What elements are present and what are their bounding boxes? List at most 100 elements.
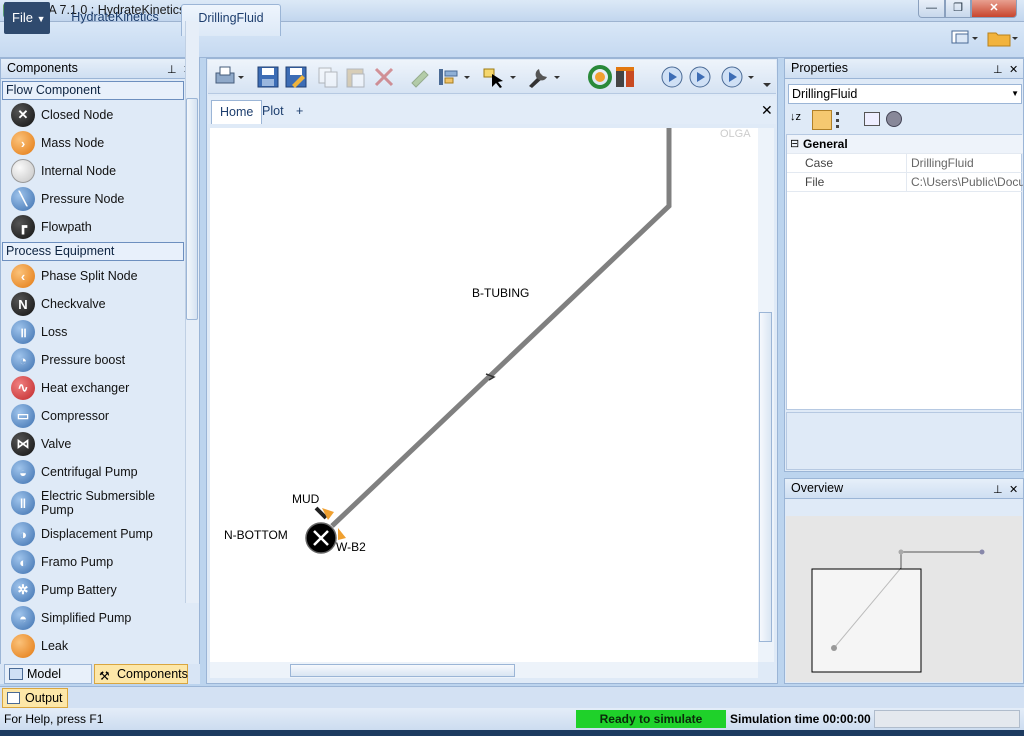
overview-viewport[interactable] bbox=[811, 568, 922, 673]
displacement-pump-icon: ◑ bbox=[11, 522, 35, 546]
component-electric-submersible-pump[interactable]: ‖ Electric Submersible Pump bbox=[1, 486, 185, 520]
component-compressor[interactable]: ▭ Compressor bbox=[1, 402, 185, 430]
component-flowpath[interactable]: ┏ Flowpath bbox=[1, 213, 185, 241]
property-value[interactable]: C:\Users\Public\Docu bbox=[909, 173, 1023, 191]
select-icon[interactable] bbox=[482, 65, 516, 89]
close-icon[interactable]: ✕ bbox=[1009, 61, 1018, 80]
left-bottom-tabs: Model View ⚒ Components bbox=[0, 664, 200, 699]
flowpath-diagram bbox=[305, 128, 672, 554]
open-folder-icon[interactable] bbox=[986, 28, 1020, 48]
component-label: Electric Submersible Pump bbox=[41, 489, 155, 517]
overview-minimap bbox=[811, 549, 985, 673]
component-checkvalve[interactable]: N Checkvalve bbox=[1, 290, 185, 318]
property-pages-icon[interactable] bbox=[836, 112, 844, 128]
tab-components[interactable]: ⚒ Components bbox=[94, 664, 188, 684]
print-icon[interactable] bbox=[214, 65, 244, 89]
property-row[interactable]: File C:\Users\Public\Docu bbox=[787, 173, 1023, 192]
component-framo-pump[interactable]: ◐ Framo Pump bbox=[1, 548, 185, 576]
section-flow-component[interactable]: Flow Component bbox=[2, 81, 184, 100]
canvas-horizontal-scroll-thumb[interactable] bbox=[290, 664, 515, 677]
component-heat-exchanger[interactable]: ∿ Heat exchanger bbox=[1, 374, 185, 402]
tab-output[interactable]: Output bbox=[2, 688, 68, 708]
pin-icon[interactable]: ⊥ bbox=[993, 61, 1003, 80]
well-icon[interactable] bbox=[338, 528, 346, 540]
category-general[interactable]: ⊟ General bbox=[787, 135, 1023, 154]
component-pump-battery[interactable]: ✲ Pump Battery bbox=[1, 576, 185, 604]
copy-icon[interactable] bbox=[316, 65, 340, 89]
maximize-button[interactable]: ❐ bbox=[945, 0, 971, 18]
toolbar-overflow-icon[interactable] bbox=[760, 65, 774, 89]
property-row[interactable]: Case DrillingFluid bbox=[787, 154, 1023, 173]
parameters-icon[interactable] bbox=[614, 65, 638, 89]
run-options-icon[interactable] bbox=[720, 65, 754, 89]
save-as-icon[interactable] bbox=[284, 65, 308, 89]
simulation-time: Simulation time 00:00:00 bbox=[730, 712, 871, 726]
component-internal-node[interactable]: Internal Node bbox=[1, 157, 185, 185]
mass-node-icon: › bbox=[11, 131, 35, 155]
property-value[interactable]: DrillingFluid bbox=[909, 154, 1023, 172]
case-check-icon[interactable] bbox=[588, 65, 612, 89]
component-pressure-node[interactable]: ╲ Pressure Node bbox=[1, 185, 185, 213]
run-step-icon[interactable] bbox=[660, 65, 684, 89]
component-valve[interactable]: ⋈ Valve bbox=[1, 430, 185, 458]
property-description bbox=[786, 412, 1022, 470]
component-label: Mass Node bbox=[41, 136, 105, 150]
tab-label: Components bbox=[117, 667, 188, 681]
simulation-progress-bar bbox=[874, 710, 1020, 728]
globe-icon[interactable] bbox=[886, 111, 902, 127]
centrifugal-pump-icon: ◒ bbox=[11, 460, 35, 484]
chevron-down-icon: ▼ bbox=[1011, 89, 1019, 98]
run-icon[interactable] bbox=[688, 65, 712, 89]
close-icon[interactable]: ✕ bbox=[1009, 481, 1018, 500]
object-selector-dropdown[interactable]: DrillingFluid ▼ bbox=[788, 84, 1022, 104]
valve-icon: ⋈ bbox=[11, 432, 35, 456]
minimize-button[interactable]: — bbox=[918, 0, 945, 18]
sort-alphabetical-icon[interactable]: ↓z bbox=[790, 111, 808, 129]
model-canvas[interactable]: OLGA B-TUBING MUD N-BOTTOM W-B2 bbox=[210, 128, 758, 662]
paste-icon[interactable] bbox=[344, 65, 368, 89]
align-icon[interactable] bbox=[436, 65, 470, 89]
category-label: General bbox=[803, 137, 848, 151]
components-scroll-thumb[interactable] bbox=[186, 98, 198, 320]
help-hint: For Help, press F1 bbox=[4, 712, 104, 726]
pin-icon[interactable]: ⊥ bbox=[167, 61, 177, 80]
close-document-button[interactable]: ✕ bbox=[761, 102, 773, 119]
add-tab-button[interactable]: + bbox=[288, 100, 311, 124]
component-mass-node[interactable]: › Mass Node bbox=[1, 129, 185, 157]
component-label: Centrifugal Pump bbox=[41, 465, 138, 479]
component-loss[interactable]: ॥ Loss bbox=[1, 318, 185, 346]
heat-exchanger-icon: ∿ bbox=[11, 376, 35, 400]
categorized-view-icon[interactable] bbox=[812, 110, 832, 130]
delete-icon[interactable] bbox=[372, 65, 396, 89]
tools-wrench-icon[interactable] bbox=[526, 65, 560, 89]
component-simplified-pump[interactable]: ◓ Simplified Pump bbox=[1, 604, 185, 632]
file-menu-button[interactable]: File ▼ bbox=[4, 2, 50, 34]
file-label: File bbox=[12, 10, 33, 25]
component-label: Pressure boost bbox=[41, 353, 126, 367]
component-label: Framo Pump bbox=[41, 555, 114, 569]
component-pressure-boost[interactable]: ◔ Pressure boost bbox=[1, 346, 185, 374]
component-centrifugal-pump[interactable]: ◒ Centrifugal Pump bbox=[1, 458, 185, 486]
pin-icon[interactable]: ⊥ bbox=[993, 481, 1003, 500]
component-leak[interactable]: Leak bbox=[1, 632, 185, 660]
edit-icon[interactable] bbox=[408, 65, 432, 89]
component-phase-split-node[interactable]: ‹ Phase Split Node bbox=[1, 262, 185, 290]
component-label: Leak bbox=[41, 639, 69, 653]
component-closed-node[interactable]: ✕ Closed Node bbox=[1, 101, 185, 129]
component-displacement-pump[interactable]: ◑ Displacement Pump bbox=[1, 520, 185, 548]
ribbon-tab-hydratekinetics[interactable]: HydrateKinetics bbox=[60, 4, 170, 36]
events-icon[interactable] bbox=[864, 112, 880, 126]
section-process-equipment[interactable]: Process Equipment bbox=[2, 242, 184, 261]
collapse-icon[interactable]: ⊟ bbox=[790, 135, 799, 153]
close-window-button[interactable]: ✕ bbox=[971, 0, 1017, 18]
save-icon[interactable] bbox=[256, 65, 280, 89]
overview-canvas[interactable] bbox=[786, 516, 1022, 682]
tab-plot[interactable]: Plot bbox=[254, 100, 292, 124]
tab-model-view[interactable]: Model View bbox=[4, 664, 92, 699]
flowpath-b-tubing[interactable] bbox=[330, 128, 672, 528]
canvas-vertical-scroll-thumb[interactable] bbox=[759, 312, 772, 642]
pressure-node-icon: ╲ bbox=[11, 187, 35, 211]
window-layout-icon[interactable] bbox=[950, 28, 980, 48]
esp-icon: ‖ bbox=[11, 491, 35, 515]
checkvalve-icon: N bbox=[11, 292, 35, 316]
